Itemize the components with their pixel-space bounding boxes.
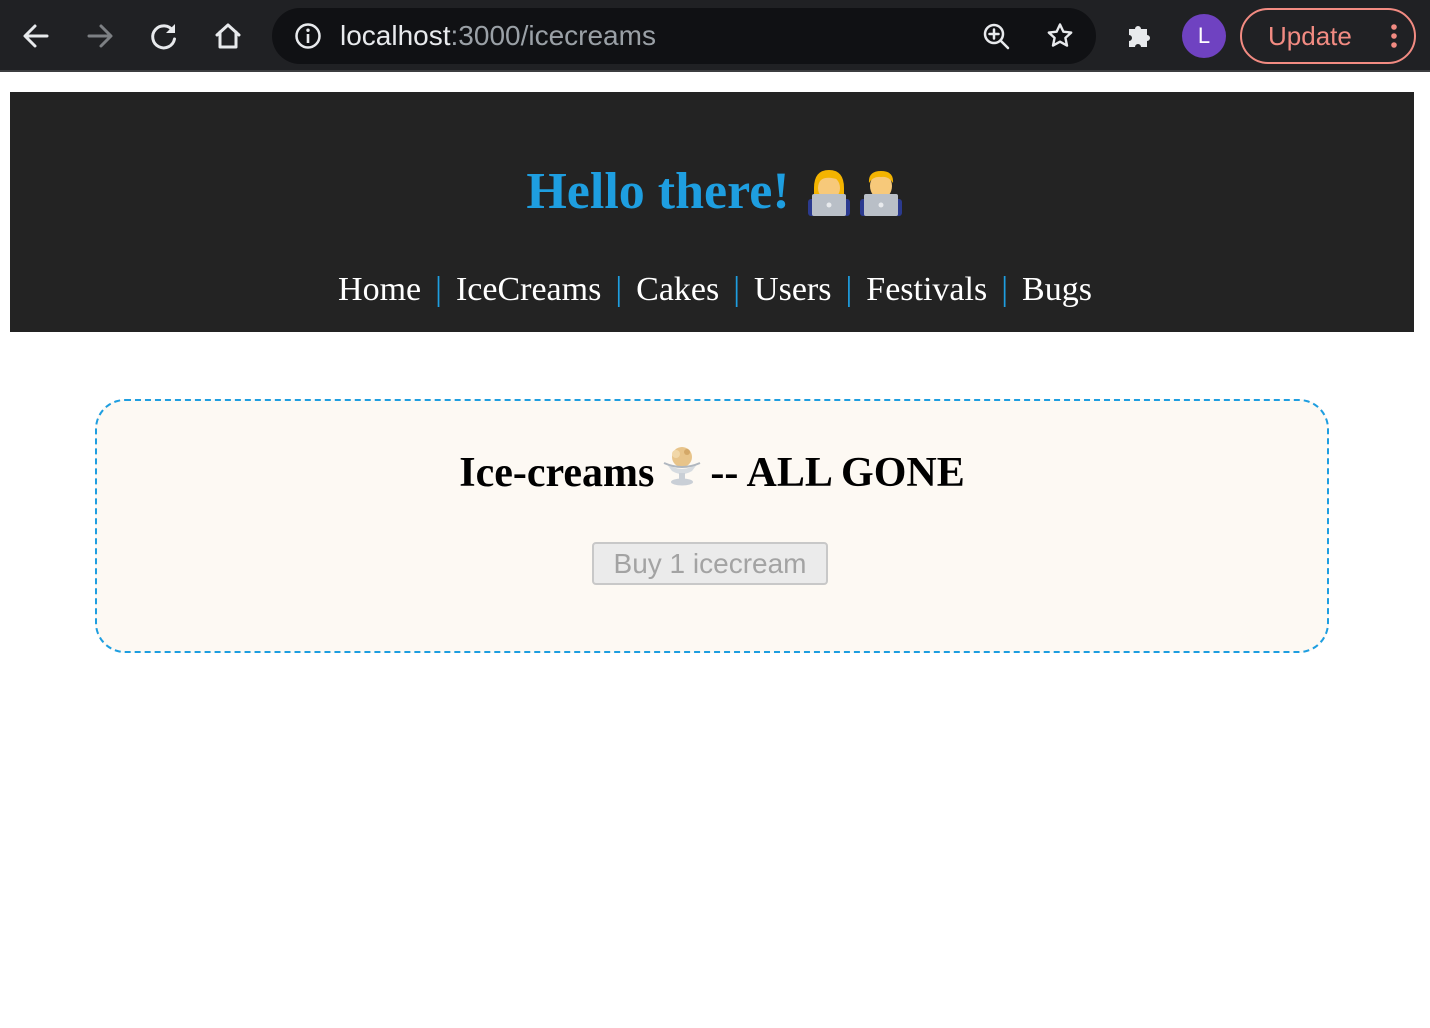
greeting-text: Hello there! <box>526 163 790 220</box>
profile-avatar[interactable]: L <box>1182 14 1226 58</box>
nav-link-festivals[interactable]: Festivals <box>866 271 987 308</box>
url-text[interactable]: localhost:3000/icecreams <box>340 8 656 64</box>
nav-separator: | <box>733 271 741 308</box>
nav-link-users[interactable]: Users <box>754 271 831 308</box>
man-technologist-emoji <box>859 171 902 217</box>
nav-link-cakes[interactable]: Cakes <box>636 271 719 308</box>
avatar-initial: L <box>1197 23 1211 48</box>
nav-separator: | <box>845 271 853 308</box>
update-button[interactable]: Update <box>1240 8 1416 64</box>
forward-button[interactable] <box>80 16 120 56</box>
buy-icecream-button[interactable]: Buy 1 icecream <box>592 542 828 585</box>
nav-link-bugs[interactable]: Bugs <box>1022 271 1092 308</box>
zoom-icon[interactable] <box>982 22 1010 50</box>
info-icon[interactable] <box>294 22 322 50</box>
home-icon <box>215 23 241 49</box>
icecream-status-heading: Ice-creams -- ALL GONE <box>97 445 1327 506</box>
reload-button[interactable] <box>144 16 184 56</box>
back-arrow-icon <box>23 24 49 48</box>
update-label: Update <box>1268 21 1352 51</box>
card-status-text: -- ALL GONE <box>710 450 965 496</box>
greeting-heading: Hello there! <box>0 160 1430 224</box>
reload-icon <box>151 24 176 50</box>
nav-link-icecreams[interactable]: IceCreams <box>456 271 601 308</box>
icecream-card: Ice-creams -- ALL GONE Buy 1 icecream <box>95 399 1329 653</box>
card-title-text: Ice-creams <box>459 450 655 496</box>
technologists-emoji <box>806 166 904 218</box>
extensions-puzzle-icon <box>1129 26 1150 47</box>
home-button[interactable] <box>208 16 248 56</box>
extensions-button[interactable] <box>1120 16 1160 56</box>
star-icon[interactable] <box>1046 22 1074 50</box>
nav-separator: | <box>435 271 442 308</box>
nav-separator: | <box>1001 271 1009 308</box>
address-bar[interactable]: localhost:3000/icecreams <box>272 8 1096 64</box>
url-host: localhost <box>340 20 451 51</box>
woman-technologist-emoji <box>807 170 850 217</box>
ice-cream-sundae-emoji <box>663 446 701 486</box>
back-button[interactable] <box>16 16 56 56</box>
browser-toolbar: localhost:3000/icecreams L Update <box>0 0 1430 72</box>
url-path: :3000/icecreams <box>450 20 656 51</box>
forward-arrow-icon <box>87 24 113 48</box>
nav-separator: | <box>615 271 623 308</box>
kebab-menu-icon[interactable] <box>1390 24 1398 48</box>
main-nav: Home | IceCreams | Cakes | Users | Festivals | Bug… <box>0 266 1430 314</box>
nav-link-home[interactable]: Home <box>338 271 421 308</box>
